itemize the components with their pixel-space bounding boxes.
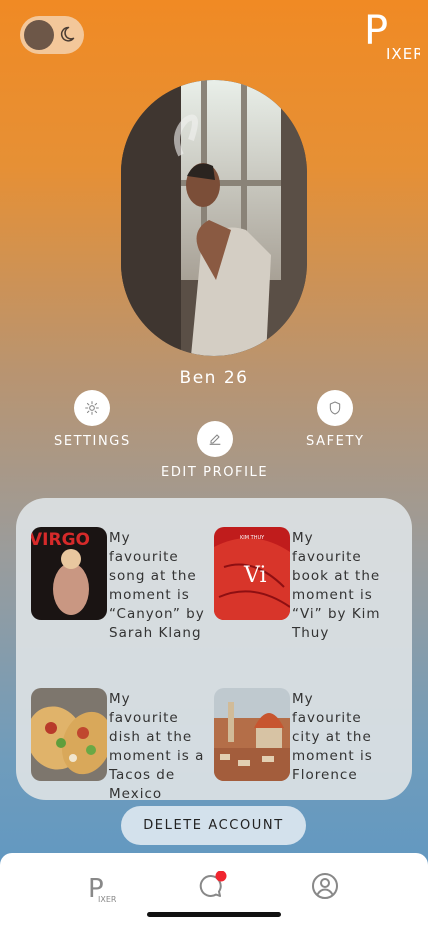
user-icon bbox=[312, 873, 338, 899]
nav-chat[interactable] bbox=[197, 870, 227, 905]
chat-icon bbox=[199, 870, 227, 897]
favourite-book-text: My favourite book at the moment is “Vi” … bbox=[292, 530, 381, 641]
favourites-card: VIRGO My favourite song at the moment is… bbox=[16, 498, 412, 802]
edit-profile-label: EDIT PROFILE bbox=[161, 465, 269, 480]
safety-label: SAFETY bbox=[306, 434, 365, 449]
edit-circle bbox=[196, 421, 233, 457]
notification-dot bbox=[215, 870, 227, 882]
book-cover: KIM THUY Vi bbox=[214, 527, 290, 620]
florence-photo bbox=[214, 688, 290, 781]
svg-text:VIRGO: VIRGO bbox=[31, 530, 90, 550]
svg-text:IXER: IXER bbox=[98, 895, 116, 903]
settings-circle bbox=[74, 390, 111, 426]
album-cover: VIRGO bbox=[31, 527, 107, 620]
theme-toggle[interactable] bbox=[20, 16, 84, 54]
svg-text:IXER: IXER bbox=[386, 45, 420, 62]
settings-button[interactable]: SETTINGS bbox=[54, 390, 131, 449]
svg-text:Vi: Vi bbox=[243, 563, 267, 588]
home-indicator bbox=[147, 912, 281, 917]
safety-circle bbox=[317, 390, 354, 426]
safety-button[interactable]: SAFETY bbox=[306, 390, 365, 449]
nav-home[interactable]: P IXER bbox=[88, 873, 117, 907]
nav-profile[interactable] bbox=[310, 871, 340, 905]
toggle-knob bbox=[24, 20, 54, 50]
gear-icon bbox=[85, 401, 100, 415]
shield-icon bbox=[330, 401, 341, 415]
profile-name: Ben 26 bbox=[179, 368, 249, 388]
favourite-song: VIRGO My favourite song at the moment is… bbox=[31, 527, 205, 643]
pixer-logo: P IXER bbox=[364, 10, 420, 62]
favourite-city-text: My favourite city at the moment is Flore… bbox=[292, 691, 373, 783]
favourite-book: KIM THUY Vi My favourite book at the mom… bbox=[214, 527, 388, 643]
settings-label: SETTINGS bbox=[54, 434, 131, 449]
favourite-city: My favourite city at the moment is Flore… bbox=[214, 688, 388, 785]
profile-photo bbox=[121, 80, 307, 356]
svg-text:P: P bbox=[364, 10, 388, 54]
delete-account-button[interactable]: DELETE ACCOUNT bbox=[121, 806, 306, 845]
edit-profile-button[interactable]: EDIT PROFILE bbox=[161, 421, 268, 480]
favourite-song-text: My favourite song at the moment is “Cany… bbox=[109, 530, 205, 641]
favourite-dish-text: My favourite dish at the moment is a Tac… bbox=[109, 691, 205, 802]
tacos-photo bbox=[31, 688, 107, 781]
pencil-icon bbox=[209, 434, 220, 445]
svg-text:KIM THUY: KIM THUY bbox=[240, 535, 265, 541]
favourite-dish: My favourite dish at the moment is a Tac… bbox=[31, 688, 205, 804]
pixer-logo-icon: P IXER bbox=[88, 874, 117, 904]
moon-icon bbox=[60, 26, 75, 42]
